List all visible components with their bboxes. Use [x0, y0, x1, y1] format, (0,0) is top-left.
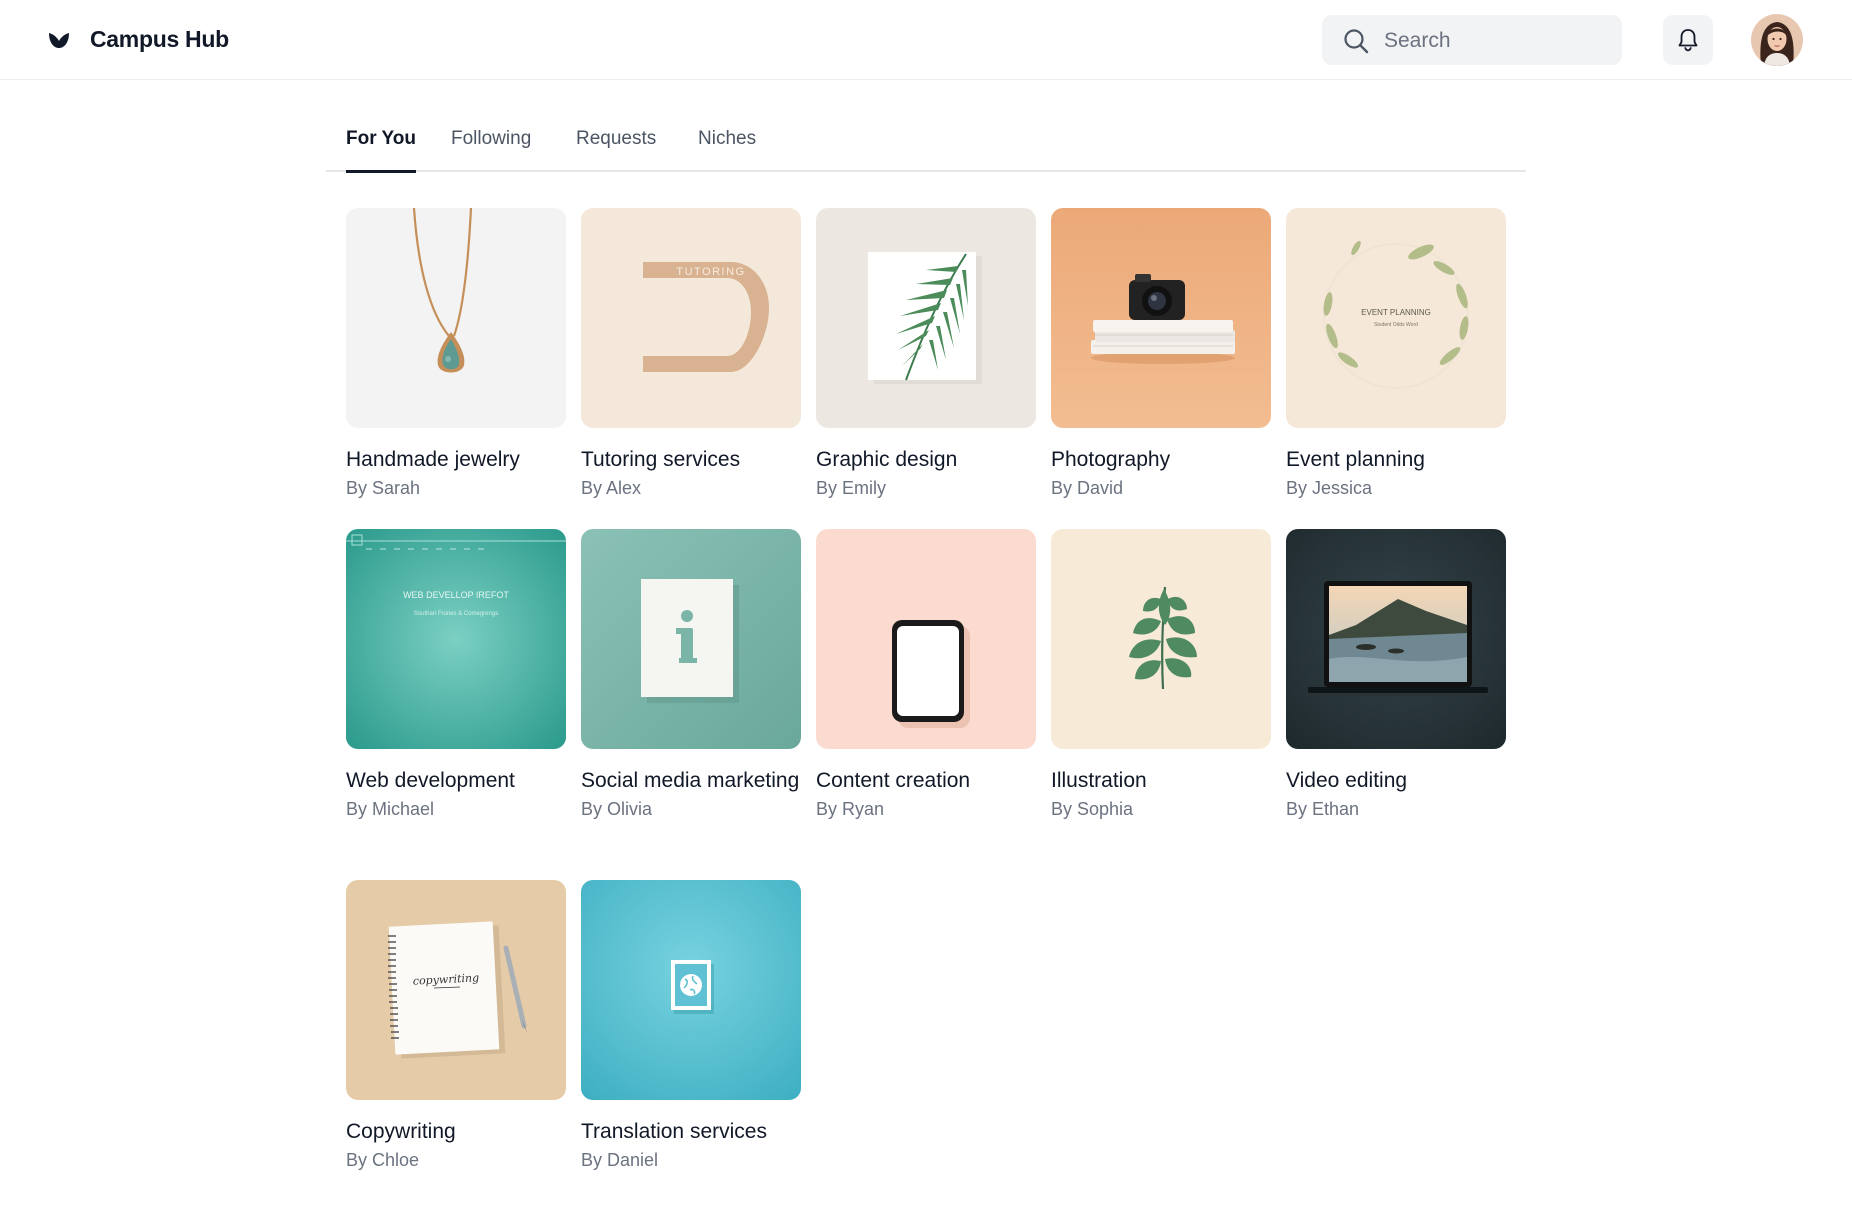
card-title: Event planning: [1286, 448, 1425, 471]
card-author: By Ethan: [1286, 799, 1360, 819]
card-title: Photography: [1051, 448, 1171, 471]
card-author: By Emily: [816, 478, 887, 498]
bell-icon: [1678, 29, 1698, 52]
card-title: Handmade jewelry: [346, 448, 520, 471]
card-title: Translation services: [581, 1120, 767, 1143]
card-title: Graphic design: [816, 448, 958, 471]
listing-image: [1051, 208, 1271, 428]
listing-image: [1286, 529, 1506, 749]
card-author: By Ryan: [816, 799, 885, 819]
card-title: Illustration: [1051, 769, 1147, 792]
listing-image: TUTORING: [581, 208, 801, 428]
web-subheadline-text: Southari Frunes & Comegrengs: [414, 611, 498, 617]
card-title: Content creation: [816, 769, 971, 792]
listing-image: [581, 529, 801, 749]
listing-card-event-planning[interactable]: EVENT PLANNING Student Odds Word Event p…: [1286, 208, 1506, 500]
listing-card-web-development[interactable]: WEB DEVELLOP IREFOT Southari Frunes & Co…: [346, 529, 566, 821]
top-header: Campus Hub: [0, 0, 1852, 80]
event-title-text: EVENT PLANNING: [1361, 308, 1431, 317]
card-author: By Chloe: [346, 1150, 420, 1170]
card-author: By Michael: [346, 799, 435, 819]
card-author: By Alex: [581, 478, 642, 498]
user-avatar[interactable]: [1751, 14, 1803, 66]
app-name[interactable]: Campus Hub: [90, 26, 229, 53]
listing-image: EVENT PLANNING Student Odds Word: [1286, 208, 1506, 428]
card-title: Web development: [346, 769, 515, 792]
tab-for-you[interactable]: For You: [346, 128, 417, 173]
card-author: By Daniel: [581, 1150, 659, 1170]
leaf-logo-icon[interactable]: [48, 30, 70, 50]
card-author: By Sarah: [346, 478, 421, 498]
event-subtitle-text: Student Odds Word: [1374, 322, 1418, 328]
card-author: By Jessica: [1286, 478, 1373, 498]
notifications-button[interactable]: [1663, 15, 1713, 65]
search-input[interactable]: [1382, 15, 1611, 67]
listing-card-translation-services[interactable]: Translation services By Daniel: [581, 880, 801, 1172]
listing-image: [581, 880, 801, 1100]
tab-niches[interactable]: Niches: [698, 128, 756, 170]
card-title: Video editing: [1286, 769, 1408, 792]
card-title: Tutoring services: [581, 448, 741, 471]
card-author: By Olivia: [581, 799, 653, 819]
listing-card-tutoring-services[interactable]: TUTORING Tutoring services By Alex: [581, 208, 801, 500]
search-icon: [1344, 29, 1369, 54]
listing-image: [1051, 529, 1271, 749]
listing-image: WEB DEVELLOP IREFOT Southari Frunes & Co…: [346, 529, 566, 749]
listing-card-video-editing[interactable]: Video editing By Ethan: [1286, 529, 1506, 821]
tutoring-sign-text: TUTORING: [676, 266, 745, 278]
listing-image: [816, 208, 1036, 428]
feed-tabs: For You Following Requests Niches: [326, 114, 1526, 173]
card-title: Copywriting: [346, 1120, 456, 1143]
listing-card-handmade-jewelry[interactable]: Handmade jewelry By Sarah: [346, 208, 566, 500]
listing-image: [346, 208, 566, 428]
listing-image: [816, 529, 1036, 749]
listing-card-photography[interactable]: Photography By David: [1051, 208, 1271, 500]
card-author: By David: [1051, 478, 1124, 498]
card-author: By Sophia: [1051, 799, 1134, 819]
card-title: Social media marketing: [581, 769, 800, 792]
listing-card-content-creation[interactable]: Content creation By Ryan: [816, 529, 1036, 821]
tab-following[interactable]: Following: [451, 128, 531, 170]
listing-card-illustration[interactable]: Illustration By Sophia: [1051, 529, 1271, 821]
tab-requests[interactable]: Requests: [576, 128, 656, 170]
web-headline-text: WEB DEVELLOP IREFOT: [403, 590, 509, 600]
listing-card-copywriting[interactable]: copywriting Copywriting By Chloe: [346, 880, 566, 1172]
search-bar[interactable]: [1322, 15, 1622, 67]
listing-card-graphic-design[interactable]: Graphic design By Emily: [816, 208, 1036, 500]
listing-image: copywriting: [346, 880, 566, 1100]
listing-card-social-media-marketing[interactable]: Social media marketing By Olivia: [581, 529, 801, 821]
